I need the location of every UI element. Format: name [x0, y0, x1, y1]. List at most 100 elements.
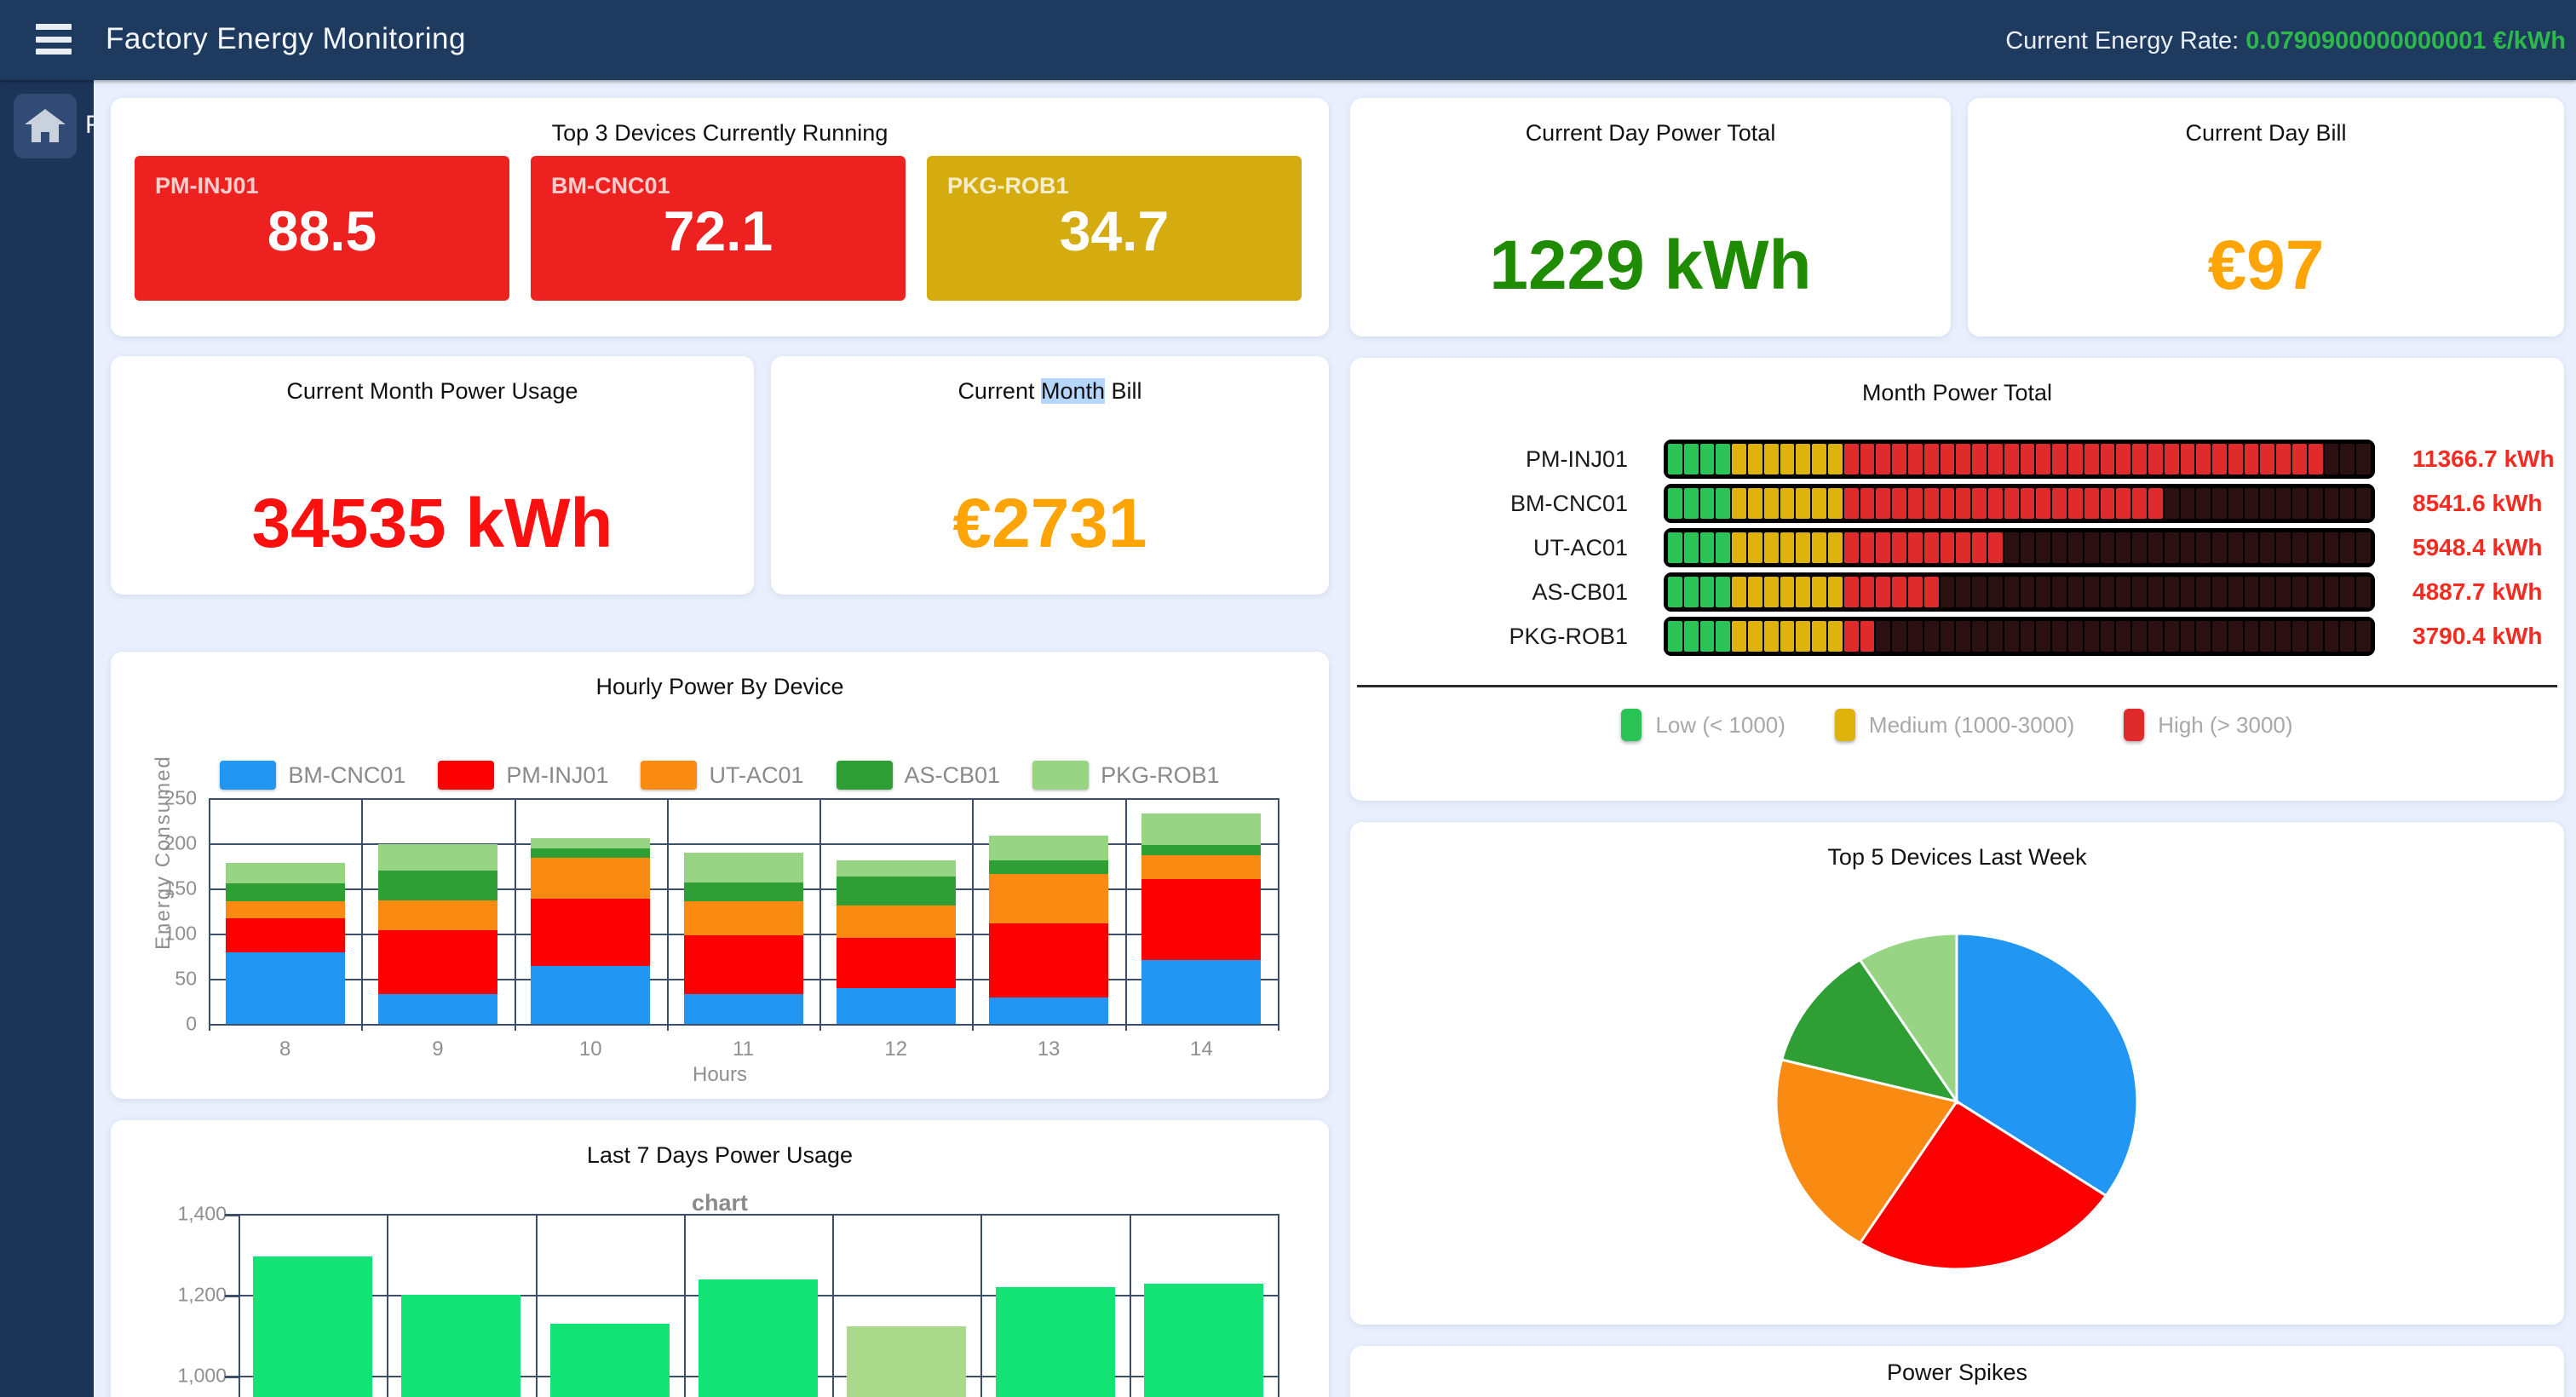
gauge-value: 5948.4 kWh	[2412, 534, 2543, 561]
stacked-bar	[226, 863, 345, 1024]
legend-swatch	[1835, 709, 1855, 741]
top-app-bar: Factory Energy Monitoring Current Energy…	[0, 0, 2576, 80]
x-tick-label: 14	[1190, 1038, 1213, 1061]
legend-item[interactable]: PM-INJ01	[438, 761, 608, 790]
spikes-chart-card: Power Spikes 130	[1350, 1346, 2564, 1397]
legend-item[interactable]: PKG-ROB1	[1032, 761, 1220, 790]
bar-segment	[378, 871, 497, 900]
month-bill-title: Current Month Bill	[771, 378, 1329, 405]
month-usage-card: Current Month Power Usage 34535 kWh	[111, 356, 754, 595]
bar-segment	[531, 899, 650, 967]
bar-segment	[989, 860, 1108, 874]
bar-segment	[989, 923, 1108, 997]
legend-item[interactable]: BM-CNC01	[220, 761, 405, 790]
gridline	[536, 1214, 538, 1397]
bar-segment	[684, 935, 803, 994]
stacked-bar	[837, 860, 956, 1024]
day-total-card: Current Day Power Total 1229 kWh	[1350, 98, 1951, 336]
gauge-value: 8541.6 kWh	[2412, 490, 2543, 517]
axis-tick	[225, 1214, 239, 1216]
legend-swatch	[438, 761, 494, 790]
app-title: Factory Energy Monitoring	[106, 22, 466, 56]
device-tile-value: 88.5	[135, 198, 509, 263]
gridline	[209, 843, 1278, 845]
gridline	[515, 798, 516, 1031]
legend-label: Medium (1000-3000)	[1869, 712, 2074, 739]
y-tick-label: 200	[164, 832, 209, 855]
bar-segment	[378, 900, 497, 930]
bar	[550, 1324, 670, 1397]
hourly-chart-card: Hourly Power By Device BM-CNC01PM-INJ01U…	[111, 652, 1329, 1099]
device-tile-value: 34.7	[927, 198, 1302, 263]
stacked-bar	[531, 838, 650, 1024]
selected-text: Month	[1041, 378, 1105, 404]
sidebar-nav: F	[0, 80, 94, 1397]
x-tick-label: 9	[432, 1038, 443, 1061]
top-devices-card: Top 3 Devices Currently Running PM-INJ01…	[111, 98, 1329, 336]
gridline	[239, 1214, 240, 1397]
legend-item[interactable]: AS-CB01	[837, 761, 1001, 790]
bar-segment	[226, 952, 345, 1024]
bar-segment	[1141, 845, 1261, 855]
legend-item[interactable]: UT-AC01	[641, 761, 803, 790]
hamburger-menu-icon[interactable]	[36, 24, 72, 55]
divider	[1357, 685, 2557, 687]
legend-item[interactable]: Medium (1000-3000)	[1835, 709, 2074, 741]
main-content: Top 3 Devices Currently Running PM-INJ01…	[94, 80, 2576, 1397]
device-tile: BM-CNC0172.1	[531, 156, 906, 301]
spikes-chart-title: Power Spikes	[1350, 1360, 2564, 1386]
pie-chart-card: Top 5 Devices Last Week	[1350, 822, 2564, 1325]
x-tick-label: 10	[579, 1038, 602, 1061]
legend-label: PKG-ROB1	[1101, 762, 1220, 789]
x-tick-label: 12	[884, 1038, 907, 1061]
pie-chart	[1774, 931, 2140, 1272]
top-devices-title: Top 3 Devices Currently Running	[111, 120, 1329, 147]
gauge-row: UT-AC015948.4 kWh	[1350, 528, 2564, 567]
gauge-bar	[1664, 617, 2375, 656]
sidebar-item-home[interactable]	[14, 94, 77, 158]
gridline	[387, 1214, 388, 1397]
axis-tick	[225, 1376, 239, 1378]
x-tick-label: 8	[279, 1038, 290, 1061]
bar	[996, 1287, 1115, 1397]
legend-swatch	[641, 761, 697, 790]
month-bill-card: Current Month Bill €2731	[771, 356, 1329, 595]
stacked-bar	[1141, 813, 1261, 1024]
bar	[253, 1256, 372, 1397]
legend-swatch	[1032, 761, 1089, 790]
hourly-x-axis-label: Hours	[111, 1063, 1329, 1087]
legend-swatch	[1621, 709, 1642, 741]
day-bill-value: €97	[1968, 226, 2564, 306]
day-bill-card: Current Day Bill €97	[1968, 98, 2564, 336]
device-tile-name: PM-INJ01	[155, 173, 259, 199]
device-tile: PM-INJ0188.5	[135, 156, 509, 301]
gauge-bar	[1664, 440, 2375, 479]
bar-segment	[378, 844, 497, 871]
bar-segment	[226, 901, 345, 918]
gridline	[1130, 1214, 1131, 1397]
bar-segment	[226, 883, 345, 901]
bar-segment	[837, 988, 956, 1024]
stacked-bar	[684, 853, 803, 1024]
bar-segment	[1141, 879, 1261, 959]
gauge-value: 3790.4 kWh	[2412, 623, 2543, 650]
bar-segment	[226, 918, 345, 952]
gauge-device-label: AS-CB01	[1350, 579, 1664, 606]
bar-segment	[684, 901, 803, 935]
bar-segment	[684, 853, 803, 882]
legend-swatch	[220, 761, 276, 790]
legend-label: UT-AC01	[709, 762, 803, 789]
gridline	[209, 798, 210, 1031]
gauge-bar	[1664, 528, 2375, 567]
bar-segment	[837, 877, 956, 905]
legend-item[interactable]: Low (< 1000)	[1621, 709, 1785, 741]
bar-segment	[1141, 960, 1261, 1024]
bar-segment	[989, 997, 1108, 1024]
y-tick-label: 0	[186, 1013, 209, 1036]
stacked-bar	[989, 836, 1108, 1025]
bar-segment	[684, 994, 803, 1024]
bar	[699, 1279, 818, 1397]
legend-label: High (> 3000)	[2158, 712, 2292, 739]
factory-energy-dashboard: Factory Energy Monitoring Current Energy…	[0, 0, 2576, 1397]
legend-item[interactable]: High (> 3000)	[2124, 709, 2292, 741]
